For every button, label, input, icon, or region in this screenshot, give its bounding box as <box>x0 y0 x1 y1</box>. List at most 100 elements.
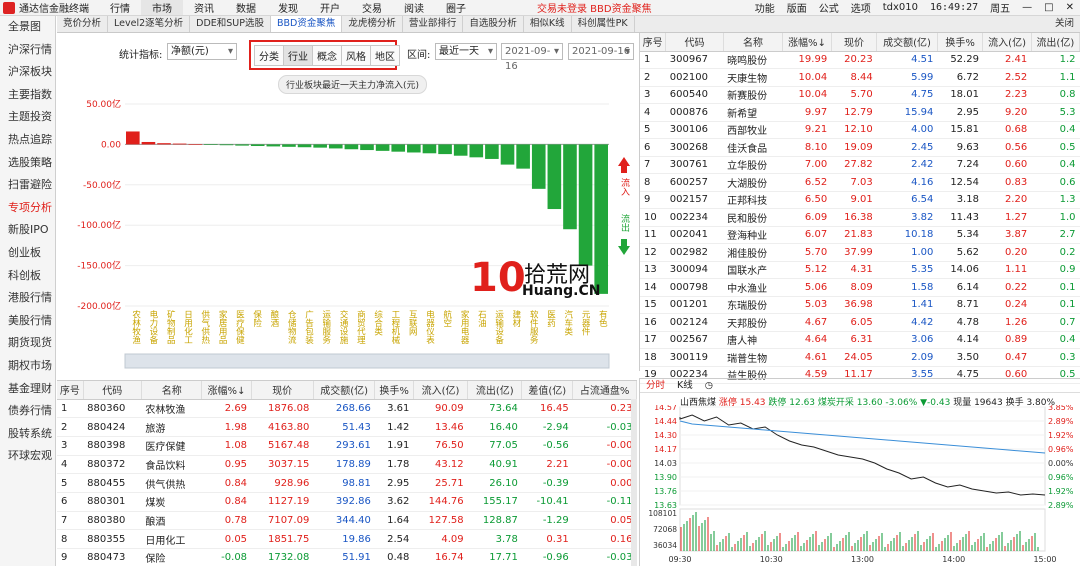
table-row[interactable]: 5 300106 西部牧业 9.21 12.10 4.00 15.81 0.68 0.4 <box>640 121 1080 139</box>
table-row[interactable]: 8 880355 日用化工 0.05 1851.75 19.86 2.54 4.09 3.78 0… <box>57 529 637 549</box>
menu-item[interactable]: 开户 <box>309 0 351 15</box>
function-tab[interactable]: 龙虎榜分析 <box>342 16 403 32</box>
column-header[interactable]: 名称 <box>723 33 784 52</box>
column-header[interactable]: 代码 <box>665 33 724 52</box>
column-header[interactable]: 涨幅%↓ <box>201 381 252 400</box>
nav-item[interactable]: 股转系统 <box>0 423 55 446</box>
function-tab[interactable]: 科创属性PK <box>572 16 635 32</box>
options-menu[interactable]: 选项 <box>845 0 877 15</box>
range-select[interactable]: 最近一天 <box>435 43 497 60</box>
nav-item[interactable]: 沪深板块 <box>0 61 55 84</box>
scrollbar[interactable] <box>631 399 637 566</box>
maximize-icon[interactable]: □ <box>1038 2 1059 13</box>
table-row[interactable]: 9 002157 正邦科技 6.50 9.01 6.54 3.18 2.20 1.3 <box>640 191 1080 209</box>
table-row[interactable]: 12 002982 湘佳股份 5.70 37.99 1.00 5.62 0.20 0.2 <box>640 243 1080 262</box>
nav-item[interactable]: 主题投资 <box>0 106 55 129</box>
column-header[interactable]: 换手% <box>374 381 414 400</box>
function-tab[interactable]: 相似K线 <box>524 16 572 32</box>
table-row[interactable]: 17 002567 唐人神 4.64 6.31 3.06 4.14 0.89 0.4 <box>640 331 1080 349</box>
table-row[interactable]: 3 880398 医疗保健 1.08 5167.48 293.61 1.91 76.50 77.… <box>57 436 637 456</box>
column-header[interactable]: 占流通盘% <box>572 381 637 400</box>
stat-select[interactable]: 净额(元) <box>167 43 237 60</box>
table-row[interactable]: 6 880301 煤炭 0.84 1127.19 392.86 3.62 144.76 155.… <box>57 492 637 512</box>
column-header[interactable]: 换手% <box>937 33 984 52</box>
nav-item[interactable]: 债券行情 <box>0 400 55 423</box>
segment-region[interactable]: 地区 <box>370 45 400 66</box>
column-header[interactable]: 序号 <box>57 381 84 400</box>
column-header[interactable]: 成交额(亿) <box>313 381 376 400</box>
date-from-input[interactable]: 2021-09-16 <box>501 43 563 72</box>
column-header[interactable]: 序号 <box>640 33 667 52</box>
column-header[interactable]: 现价 <box>251 381 314 400</box>
table-row[interactable]: 7 880380 酿酒 0.78 7107.09 344.40 1.64 127.58 128.… <box>57 511 637 531</box>
menu-item[interactable]: 阅读 <box>393 0 435 15</box>
nav-item[interactable]: 美股行情 <box>0 310 55 333</box>
minimize-icon[interactable]: — <box>1016 2 1038 13</box>
column-header[interactable]: 涨幅%↓ <box>782 33 832 52</box>
function-tab[interactable]: 竞价分析 <box>57 16 109 32</box>
column-header[interactable]: 代码 <box>83 381 142 400</box>
table-row[interactable]: 15 001201 东瑞股份 5.03 36.98 1.41 8.71 0.24 0.1 <box>640 296 1080 314</box>
column-header[interactable]: 差值(亿) <box>521 381 574 400</box>
nav-item[interactable]: 沪深行情 <box>0 39 55 62</box>
menu-item[interactable]: 市场 <box>141 0 183 15</box>
table-row[interactable]: 14 000798 中水渔业 5.06 8.09 1.58 6.14 0.22 0.1 <box>640 278 1080 297</box>
clock-icon[interactable]: ◷ <box>699 379 719 392</box>
menu-item[interactable]: 行情 <box>99 0 141 15</box>
nav-item[interactable]: 主要指数 <box>0 84 55 107</box>
table-row[interactable]: 3 600540 新赛股份 10.04 5.70 4.75 18.01 2.23 0.8 <box>640 86 1080 104</box>
column-header[interactable]: 流入(亿) <box>982 33 1032 52</box>
table-row[interactable]: 6 300268 佳沃食品 8.10 19.09 2.45 9.63 0.56 0.5 <box>640 138 1080 157</box>
table-row[interactable]: 10 002234 民和股份 6.09 16.38 3.82 11.43 1.27 1.0 <box>640 208 1080 227</box>
table-row[interactable]: 2 880424 旅游 1.98 4163.80 51.43 1.42 13.46 16.40-… <box>57 417 637 437</box>
tab-kline[interactable]: K线 <box>671 379 699 392</box>
table-row[interactable]: 9 880473 保险 -0.08 1732.08 51.91 0.48 16.74 17.71… <box>57 548 637 566</box>
table-row[interactable]: 11 002041 登海种业 6.07 21.83 10.18 5.34 3.87 2.7 <box>640 226 1080 244</box>
function-tab[interactable]: 自选股分析 <box>463 16 524 32</box>
menu-item[interactable]: 发现 <box>267 0 309 15</box>
formula-menu[interactable]: 公式 <box>813 0 845 15</box>
segment-style[interactable]: 风格 <box>341 45 371 66</box>
column-header[interactable]: 现价 <box>831 33 878 52</box>
nav-item[interactable]: 专项分析 <box>0 197 55 220</box>
table-row[interactable]: 4 880372 食品饮料 0.95 3037.15 178.89 1.78 43.12 40.… <box>57 455 637 475</box>
column-header[interactable]: 流出(亿) <box>1031 33 1080 52</box>
nav-item[interactable]: 期权市场 <box>0 355 55 378</box>
nav-item[interactable]: 扫雷避险 <box>0 174 55 197</box>
function-tab[interactable]: 营业部排行 <box>403 16 464 32</box>
column-header[interactable]: 名称 <box>141 381 203 400</box>
nav-item[interactable]: 环球宏观 <box>0 445 55 468</box>
nav-item[interactable]: 期货现货 <box>0 332 55 355</box>
menu-item[interactable]: 数据 <box>225 0 267 15</box>
table-row[interactable]: 13 300094 国联水产 5.12 4.31 5.35 14.06 1.11 0.9 <box>640 261 1080 279</box>
menu-item[interactable]: 圈子 <box>435 0 477 15</box>
table-row[interactable]: 2 002100 天康生物 10.04 8.44 5.99 6.72 2.52 1.1 <box>640 68 1080 87</box>
layout-menu[interactable]: 版面 <box>781 0 813 15</box>
nav-item[interactable]: 热点追踪 <box>0 129 55 152</box>
segment-industry[interactable]: 行业 <box>283 45 313 66</box>
close-icon[interactable]: ✕ <box>1060 2 1080 13</box>
table-row[interactable]: 8 600257 大湖股份 6.52 7.03 4.16 12.54 0.83 0.6 <box>640 173 1080 192</box>
nav-item[interactable]: 新股IPO <box>0 219 55 242</box>
column-header[interactable]: 成交额(亿) <box>876 33 938 52</box>
column-header[interactable]: 流入(亿) <box>413 381 469 400</box>
table-row[interactable]: 4 000876 新希望 9.97 12.79 15.94 2.95 9.20 5.3 <box>640 103 1080 122</box>
function-tab[interactable]: BBD资金聚焦 <box>271 16 343 32</box>
table-row[interactable]: 1 300967 晓鸣股份 19.99 20.23 4.51 52.29 2.41 1.2 <box>640 51 1080 69</box>
table-row[interactable]: 16 002124 天邦股份 4.67 6.05 4.42 4.78 1.26 0.7 <box>640 313 1080 332</box>
table-row[interactable]: 5 880455 供气供热 0.84 928.96 98.81 2.95 25.71 26.10… <box>57 473 637 493</box>
segment-classify[interactable]: 分类 <box>254 45 284 66</box>
trade-status-alert[interactable]: 交易未登录 BBD资金聚焦 <box>537 0 652 15</box>
function-tab[interactable]: DDE和SUP选股 <box>190 16 271 32</box>
date-to-input[interactable]: 2021-09-16 <box>568 43 634 60</box>
nav-item[interactable]: 港股行情 <box>0 287 55 310</box>
nav-item[interactable]: 科创板 <box>0 265 55 288</box>
nav-item[interactable]: 基金理财 <box>0 378 55 401</box>
function-tab[interactable]: Level2逐笔分析 <box>108 16 191 32</box>
segment-concept[interactable]: 概念 <box>312 45 342 66</box>
column-header[interactable]: 流出(亿) <box>467 381 523 400</box>
table-row[interactable]: 1 880360 农林牧渔 2.69 1876.08 268.66 3.61 90.09 73.… <box>57 399 637 419</box>
nav-item[interactable]: 全景图 <box>0 16 55 39</box>
table-row[interactable]: 7 300761 立华股份 7.00 27.82 2.42 7.24 0.60 0.4 <box>640 156 1080 174</box>
nav-item[interactable]: 选股策略 <box>0 152 55 175</box>
